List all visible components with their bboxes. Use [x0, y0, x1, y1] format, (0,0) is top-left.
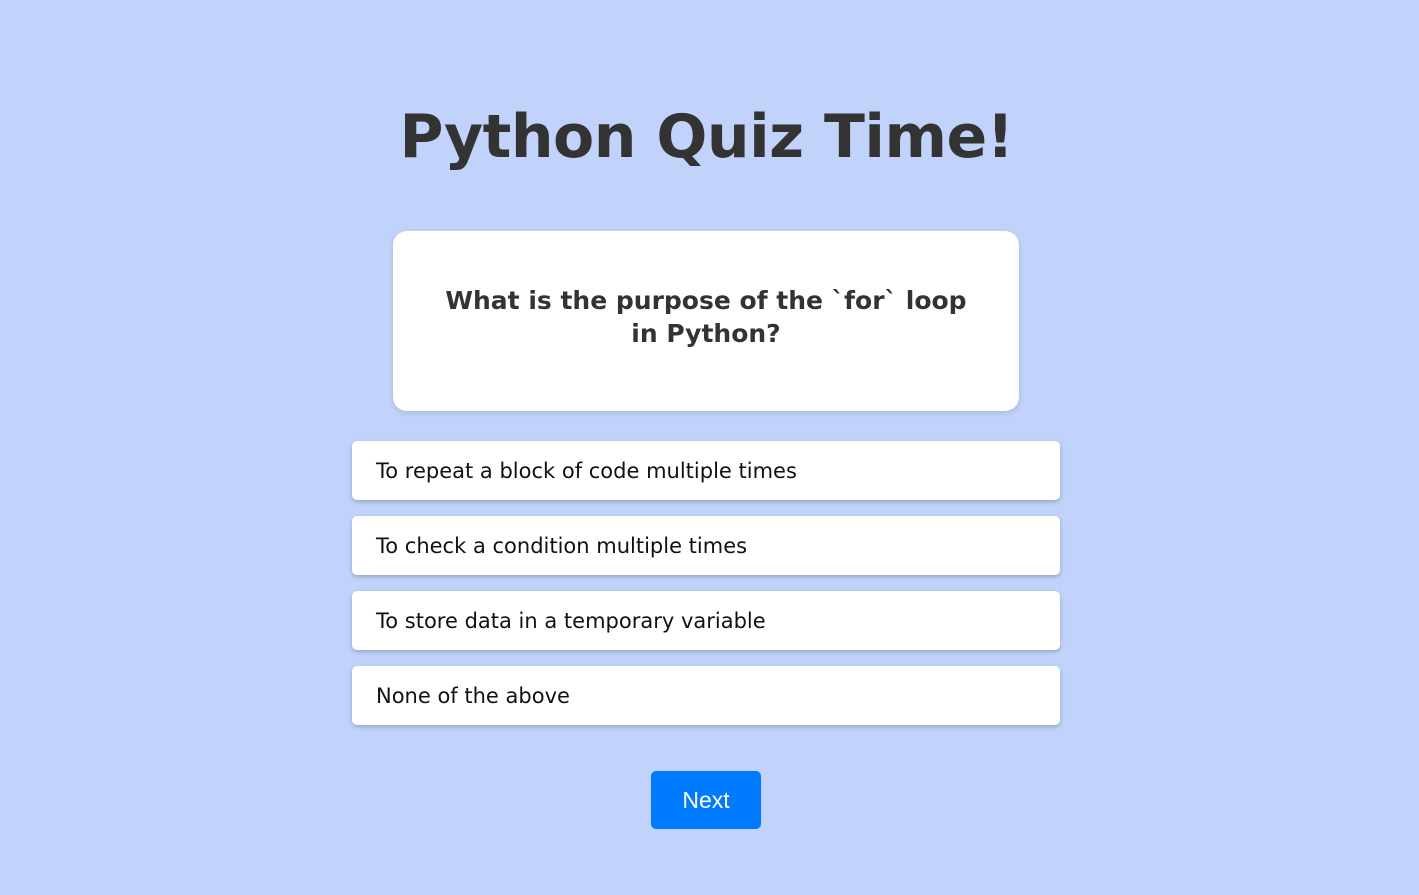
answer-option-2[interactable]: To check a condition multiple times: [352, 516, 1060, 575]
page-title: Python Quiz Time!: [399, 102, 1014, 172]
next-button[interactable]: Next: [651, 771, 761, 829]
answer-option-3[interactable]: To store data in a temporary variable: [352, 591, 1060, 650]
answer-option-1[interactable]: To repeat a block of code multiple times: [352, 441, 1060, 500]
question-text: What is the purpose of the `for` loop in…: [445, 286, 967, 348]
answer-list: To repeat a block of code multiple times…: [352, 441, 1060, 741]
answer-option-4[interactable]: None of the above: [352, 666, 1060, 725]
question-card: What is the purpose of the `for` loop in…: [393, 231, 1019, 411]
